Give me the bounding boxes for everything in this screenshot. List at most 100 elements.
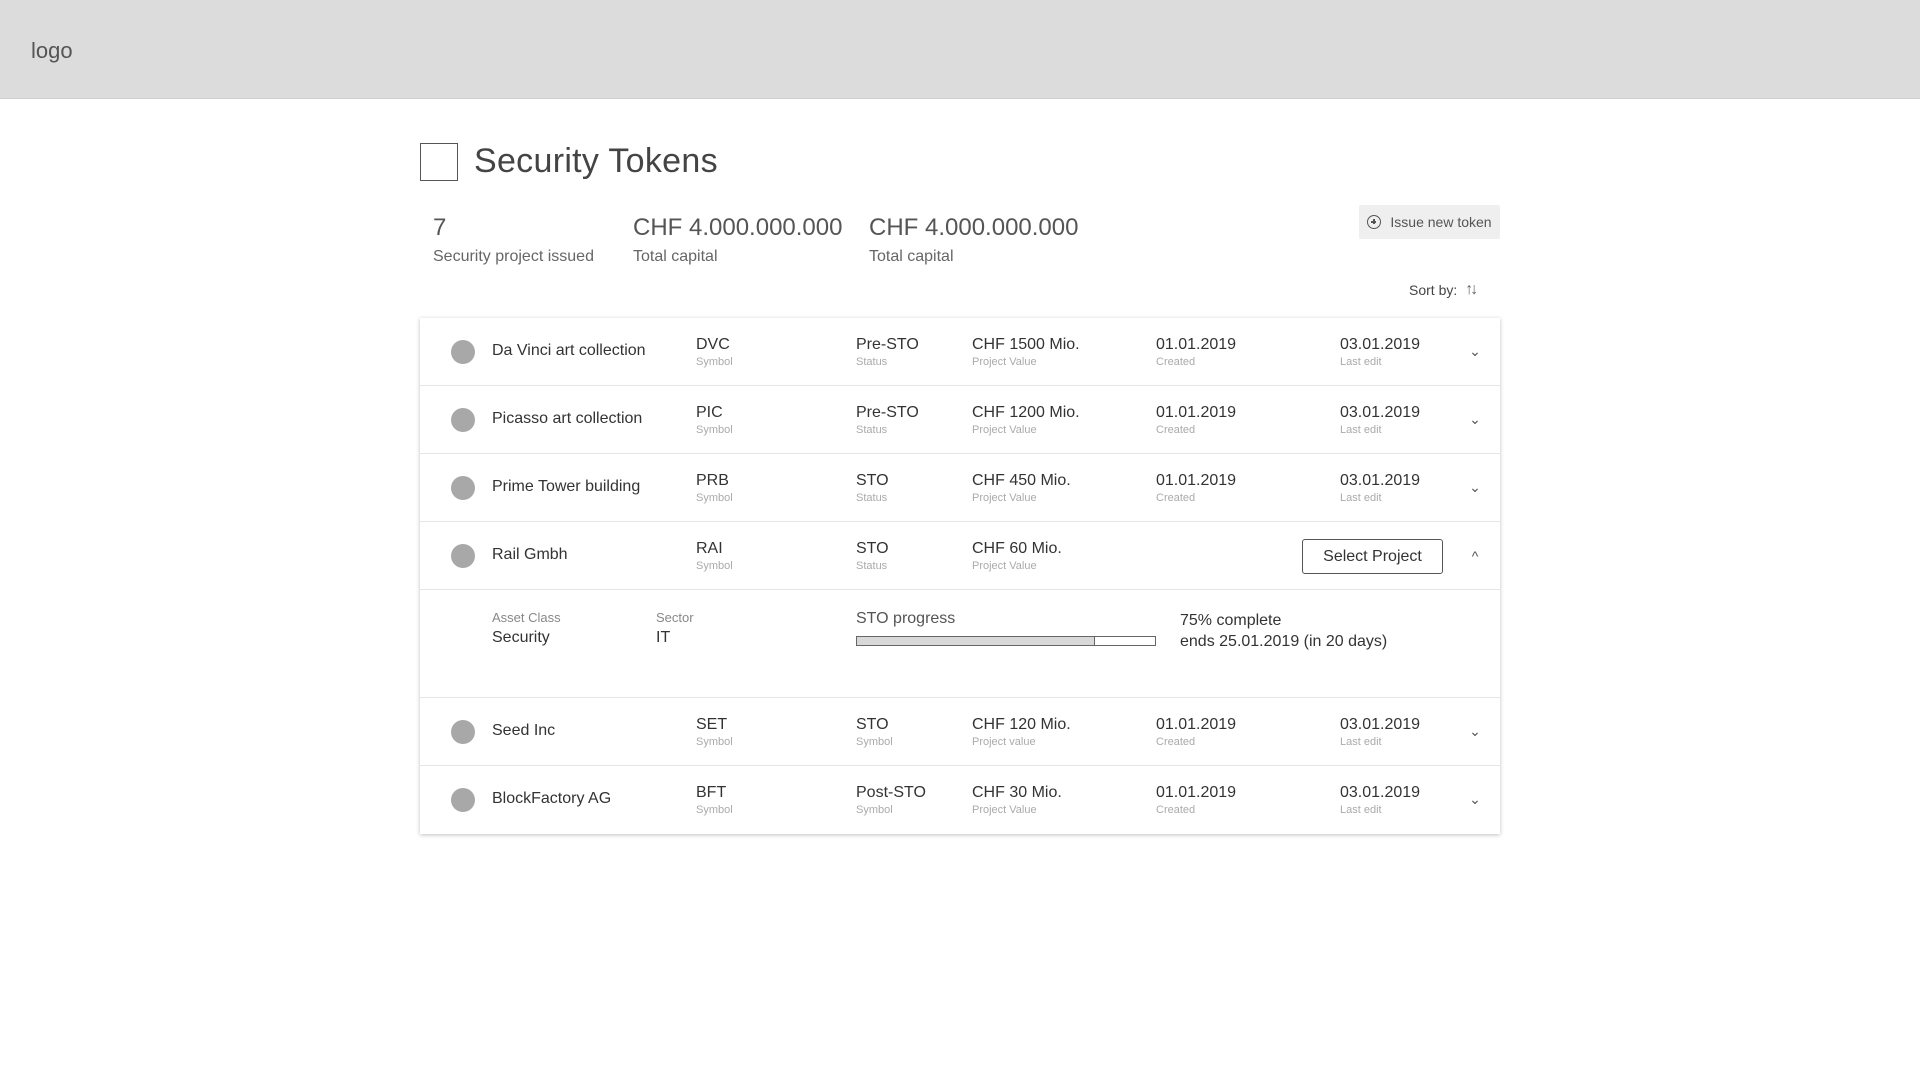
status-label: Status [856, 356, 888, 368]
select-project-button[interactable]: Select Project [1302, 539, 1443, 574]
stat-value: 7 [433, 214, 447, 241]
symbol-value: DVC [696, 336, 730, 353]
status-value: STO [856, 540, 889, 557]
asset-class-cell: Asset Class Security [492, 610, 561, 647]
status-value: STO [856, 716, 889, 733]
created-cell: 01.01.2019 Created [1156, 716, 1236, 749]
project-value-label: Project value [972, 736, 1036, 748]
project-detail-panel: Asset Class Security Sector IT STO progr… [420, 590, 1500, 698]
sto-progress-fill [857, 637, 1096, 645]
project-value-label: Project Value [972, 492, 1037, 504]
token-table: Da Vinci art collection DVC Symbol Pre-ST… [420, 318, 1500, 834]
status-cell: STO Status [856, 472, 889, 505]
project-value-label: Project Value [972, 804, 1037, 816]
created-cell: 01.01.2019 Created [1156, 404, 1236, 437]
created-label: Created [1156, 736, 1196, 748]
status-label: Status [856, 424, 888, 436]
last-edit-label: Last edit [1340, 492, 1382, 504]
logo[interactable]: logo [31, 38, 73, 64]
status-value: Pre-STO [856, 336, 919, 353]
chevron-up-icon[interactable]: ^ [1462, 543, 1488, 569]
last-edit-value: 03.01.2019 [1340, 336, 1421, 353]
chevron-down-icon[interactable]: ⌄ [1462, 406, 1488, 432]
project-value-cell: CHF 1200 Mio. Project Value [972, 404, 1080, 437]
project-name: Prime Tower building [492, 478, 641, 495]
sort-icon[interactable]: ↑↓ [1465, 281, 1478, 299]
last-edit-cell: 03.01.2019 Last edit [1340, 716, 1420, 749]
stat-label: Security project issued [433, 248, 594, 265]
asset-class-label: Asset Class [492, 610, 561, 625]
sector-cell: Sector IT [656, 610, 694, 647]
chevron-down-icon[interactable]: ⌄ [1462, 718, 1488, 744]
created-value: 01.01.2019 [1156, 472, 1237, 489]
project-value-cell: CHF 120 Mio. Project value [972, 716, 1071, 749]
table-row[interactable]: Da Vinci art collection DVC Symbol Pre-ST… [420, 318, 1500, 386]
symbol-value: SET [696, 716, 728, 733]
created-cell: 01.01.2019 Created [1156, 336, 1236, 369]
status-cell: Post-STO Symbol [856, 784, 926, 817]
status-value: Pre-STO [856, 404, 919, 421]
status-value: STO [856, 472, 889, 489]
symbol-label: Symbol [696, 492, 733, 504]
symbol-cell: DVC Symbol [696, 336, 733, 369]
project-value-cell: CHF 30 Mio. Project Value [972, 784, 1062, 817]
project-value: CHF 120 Mio. [972, 716, 1071, 733]
stat-total-capital: CHF 4.000.000.000 Total capital [633, 214, 842, 266]
created-cell: 01.01.2019 Created [1156, 472, 1236, 505]
page-header: Security Tokens [420, 142, 718, 181]
project-value: CHF 1500 Mio. [972, 336, 1080, 353]
chevron-down-icon[interactable]: ⌄ [1462, 338, 1488, 364]
status-cell: Pre-STO Status [856, 336, 919, 369]
created-value: 01.01.2019 [1156, 784, 1237, 801]
title-placeholder-icon [420, 142, 458, 181]
status-dot-icon [451, 408, 475, 432]
created-value: 01.01.2019 [1156, 336, 1237, 353]
symbol-cell: RAI Symbol [696, 540, 733, 573]
sto-progress-bar [856, 636, 1156, 646]
project-value-cell: CHF 1500 Mio. Project Value [972, 336, 1080, 369]
stat-value: CHF 4.000.000.000 [633, 214, 843, 241]
table-row-expanded[interactable]: Rail Gmbh RAI Symbol STO Status CHF 60 Mio… [420, 522, 1500, 590]
stat-value: CHF 4.000.000.000 [869, 214, 1079, 241]
project-value-cell: CHF 450 Mio. Project Value [972, 472, 1071, 505]
project-name: Da Vinci art collection [492, 342, 646, 359]
symbol-value: PRB [696, 472, 729, 489]
project-value-label: Project Value [972, 356, 1037, 368]
last-edit-cell: 03.01.2019 Last edit [1340, 784, 1420, 817]
status-cell: STO Symbol [856, 716, 893, 749]
table-row[interactable]: BlockFactory AG BFT Symbol Post-STO Symbol… [420, 766, 1500, 834]
project-value-label: Project Value [972, 424, 1037, 436]
status-cell: STO Status [856, 540, 889, 573]
table-row[interactable]: Picasso art collection PIC Symbol Pre-STO… [420, 386, 1500, 454]
last-edit-label: Last edit [1340, 356, 1382, 368]
table-row[interactable]: Prime Tower building PRB Symbol STO Status… [420, 454, 1500, 522]
sort-control: Sort by: ↑↓ [1409, 281, 1478, 299]
chevron-down-icon[interactable]: ⌄ [1462, 474, 1488, 500]
sector-label: Sector [656, 610, 694, 625]
status-dot-icon [451, 476, 475, 500]
symbol-label: Symbol [696, 804, 733, 816]
status-label: Symbol [856, 804, 893, 816]
add-circle-icon [1367, 215, 1382, 229]
project-name: Picasso art collection [492, 410, 643, 427]
progress-ends-text: ends 25.01.2019 (in 20 days) [1180, 633, 1388, 650]
created-cell: 01.01.2019 Created [1156, 784, 1236, 817]
status-dot-icon [451, 788, 475, 812]
symbol-value: RAI [696, 540, 723, 557]
project-name: Seed Inc [492, 722, 556, 739]
issue-new-token-button[interactable]: Issue new token [1359, 205, 1500, 239]
status-label: Status [856, 560, 888, 572]
table-row[interactable]: Seed Inc SET Symbol STO Symbol CHF 120 Mio… [420, 698, 1500, 766]
last-edit-label: Last edit [1340, 736, 1382, 748]
status-dot-icon [451, 544, 475, 568]
status-cell: Pre-STO Status [856, 404, 919, 437]
chevron-down-icon[interactable]: ⌄ [1462, 786, 1488, 812]
issue-new-token-label: Issue new token [1390, 214, 1492, 230]
created-value: 01.01.2019 [1156, 716, 1237, 733]
project-name: Rail Gmbh [492, 546, 568, 563]
project-value-label: Project Value [972, 560, 1037, 572]
symbol-label: Symbol [696, 736, 733, 748]
last-edit-label: Last edit [1340, 804, 1382, 816]
last-edit-label: Last edit [1340, 424, 1382, 436]
last-edit-cell: 03.01.2019 Last edit [1340, 472, 1420, 505]
